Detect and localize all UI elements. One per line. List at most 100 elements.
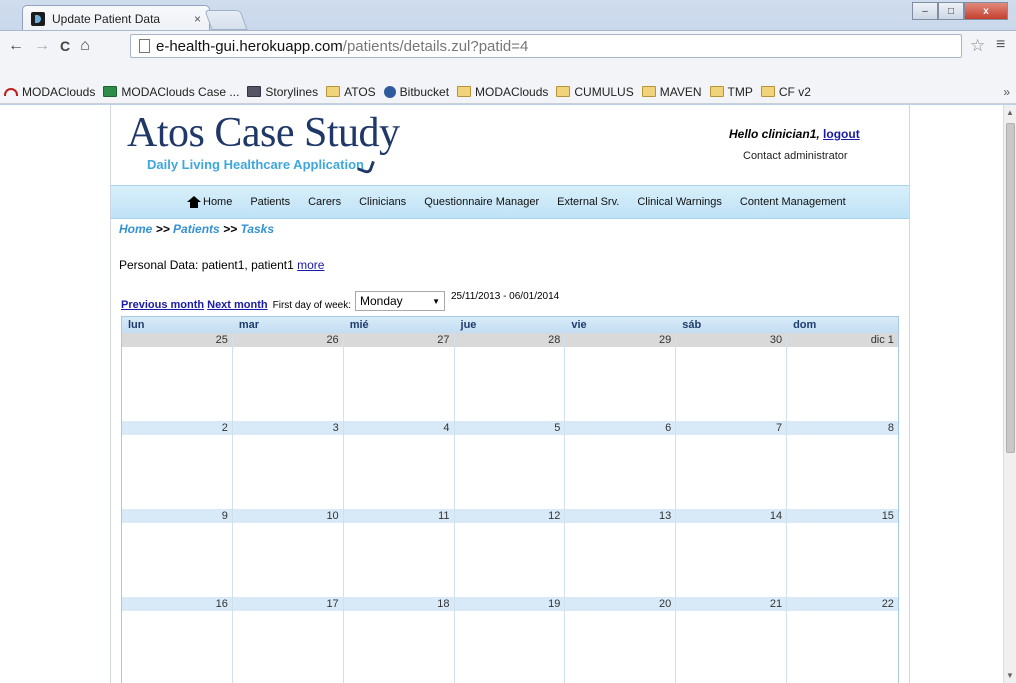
calendar-day-cell[interactable]: 29 [565, 333, 677, 421]
nav-clinical-warnings[interactable]: Clinical Warnings [637, 196, 722, 208]
day-number[interactable]: 10 [232, 509, 343, 523]
calendar-day-cell[interactable]: 3 [232, 421, 344, 509]
next-month-link[interactable]: Next month [207, 299, 268, 311]
bookmark-modaclouds-folder[interactable]: MODAClouds [457, 85, 548, 99]
minimize-button[interactable]: – [912, 2, 938, 20]
nav-external-srv[interactable]: External Srv. [557, 196, 619, 208]
day-number[interactable]: 27 [343, 333, 454, 347]
day-number[interactable]: 22 [787, 597, 898, 611]
calendar-day-cell[interactable]: 7 [676, 421, 788, 509]
contact-administrator[interactable]: Contact administrator [743, 150, 848, 162]
day-number[interactable]: 28 [454, 333, 565, 347]
nav-questionnaire-manager[interactable]: Questionnaire Manager [424, 196, 539, 208]
calendar-day-cell[interactable]: 6 [565, 421, 677, 509]
tab-close-icon[interactable]: × [194, 12, 201, 26]
day-number[interactable]: 18 [343, 597, 454, 611]
day-number[interactable]: 8 [787, 421, 898, 435]
calendar-day-cell[interactable]: 10 [232, 509, 344, 597]
calendar-day-cell[interactable]: 4 [343, 421, 455, 509]
bookmark-atos[interactable]: ATOS [326, 85, 376, 99]
day-number[interactable]: 6 [565, 421, 676, 435]
calendar-day-cell[interactable]: 26 [232, 333, 344, 421]
calendar-day-cell[interactable]: 9 [122, 509, 233, 597]
bookmark-modaclouds[interactable]: MODAClouds [4, 85, 95, 99]
day-number[interactable]: 15 [787, 509, 898, 523]
calendar-day-cell[interactable]: 25 [122, 333, 233, 421]
day-number[interactable]: 16 [122, 597, 232, 611]
calendar-day-cell[interactable]: 19 [454, 597, 566, 683]
nav-home[interactable]: Home [187, 196, 232, 208]
scroll-up-icon[interactable]: ▲ [1006, 108, 1014, 117]
logout-link[interactable]: logout [823, 127, 860, 141]
calendar-day-cell[interactable]: 28 [454, 333, 566, 421]
calendar-day-cell[interactable]: 18 [343, 597, 455, 683]
calendar-day-cell[interactable]: 30 [676, 333, 788, 421]
nav-clinicians[interactable]: Clinicians [359, 196, 406, 208]
day-number[interactable]: 20 [565, 597, 676, 611]
day-number[interactable]: 11 [343, 509, 454, 523]
page-scrollbar[interactable]: ▲ ▼ [1003, 105, 1016, 683]
bookmark-star-icon[interactable]: ☆ [970, 36, 985, 56]
breadcrumb-tasks[interactable]: Tasks [240, 222, 274, 236]
nav-patients[interactable]: Patients [250, 196, 290, 208]
day-number[interactable]: 25 [122, 333, 232, 347]
breadcrumb-patients[interactable]: Patients [173, 222, 220, 236]
calendar-day-cell[interactable]: 16 [122, 597, 233, 683]
day-number[interactable]: 4 [343, 421, 454, 435]
bookmark-bitbucket[interactable]: Bitbucket [383, 85, 449, 99]
close-window-button[interactable]: x [964, 2, 1008, 20]
day-number[interactable]: 21 [676, 597, 787, 611]
scroll-thumb[interactable] [1006, 123, 1015, 453]
browser-tab[interactable]: Update Patient Data × [22, 5, 210, 31]
bookmark-tmp[interactable]: TMP [709, 85, 753, 99]
day-number[interactable]: 2 [122, 421, 232, 435]
back-icon[interactable]: ← [8, 37, 24, 55]
calendar-day-cell[interactable]: 20 [565, 597, 677, 683]
day-number[interactable]: 29 [565, 333, 676, 347]
day-number[interactable]: 5 [454, 421, 565, 435]
calendar-day-cell[interactable]: 11 [343, 509, 455, 597]
day-number[interactable]: 9 [122, 509, 232, 523]
day-number[interactable]: 7 [676, 421, 787, 435]
day-number[interactable]: 3 [232, 421, 343, 435]
calendar-day-cell[interactable]: 8 [787, 421, 898, 509]
first-day-select[interactable]: Monday ▼ [354, 291, 445, 311]
previous-month-link[interactable]: Previous month [121, 299, 204, 311]
calendar-day-cell[interactable]: 15 [787, 509, 898, 597]
day-number[interactable]: 17 [232, 597, 343, 611]
new-tab-button[interactable] [204, 10, 248, 30]
bookmark-modaclouds-case[interactable]: MODAClouds Case ... [103, 85, 239, 99]
browser-menu-icon[interactable]: ≡ [996, 36, 1005, 54]
day-number[interactable]: 14 [676, 509, 787, 523]
bookmark-maven[interactable]: MAVEN [641, 85, 702, 99]
day-number[interactable]: 12 [454, 509, 565, 523]
home-page-icon[interactable]: ⌂ [80, 37, 90, 55]
bookmark-cf-v2[interactable]: CF v2 [760, 85, 811, 99]
scroll-down-icon[interactable]: ▼ [1006, 671, 1014, 680]
calendar-day-cell[interactable]: 13 [565, 509, 677, 597]
nav-carers[interactable]: Carers [308, 196, 341, 208]
nav-content-management[interactable]: Content Management [740, 196, 846, 208]
bookmark-cumulus[interactable]: CUMULUS [556, 85, 634, 99]
day-number[interactable]: dic 1 [787, 333, 898, 347]
personal-data-more-link[interactable]: more [297, 258, 324, 272]
reload-icon[interactable]: C [60, 38, 70, 54]
forward-icon[interactable]: → [34, 37, 50, 55]
calendar-day-cell[interactable]: 27 [343, 333, 455, 421]
calendar-day-cell[interactable]: 5 [454, 421, 566, 509]
calendar-day-cell[interactable]: 17 [232, 597, 344, 683]
address-bar[interactable]: e-health-gui.herokuapp.com/patients/deta… [130, 34, 962, 58]
calendar-day-cell[interactable]: 22 [787, 597, 898, 683]
day-number[interactable]: 13 [565, 509, 676, 523]
maximize-button[interactable]: □ [938, 2, 964, 20]
bookmark-storylines[interactable]: Storylines [247, 85, 318, 99]
day-number[interactable]: 30 [676, 333, 787, 347]
calendar-day-cell[interactable]: 14 [676, 509, 788, 597]
calendar-day-cell[interactable]: dic 1 [787, 333, 898, 421]
calendar-day-cell[interactable]: 12 [454, 509, 566, 597]
day-number[interactable]: 19 [454, 597, 565, 611]
day-number[interactable]: 26 [232, 333, 343, 347]
calendar-day-cell[interactable]: 21 [676, 597, 788, 683]
bookmarks-overflow-icon[interactable]: » [1003, 85, 1010, 99]
breadcrumb-home[interactable]: Home [119, 222, 152, 236]
